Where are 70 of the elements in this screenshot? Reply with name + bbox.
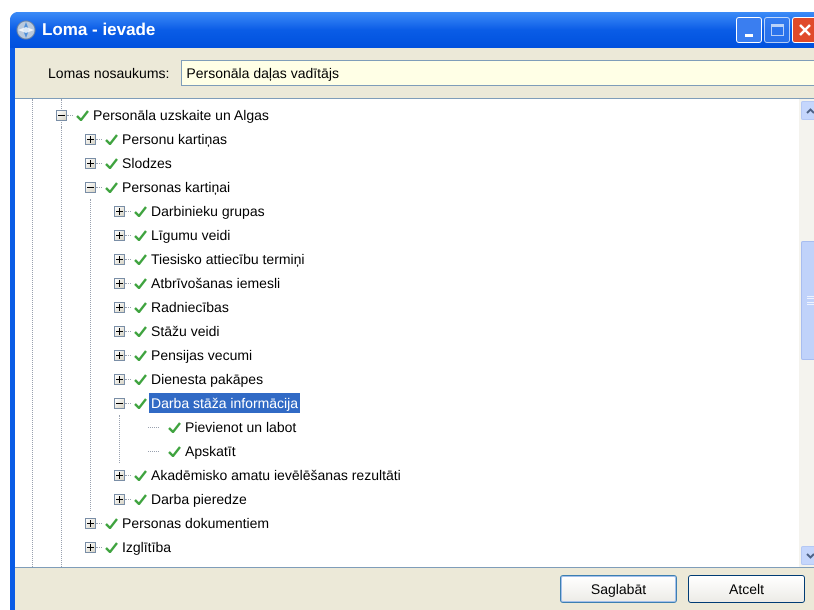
scroll-down-icon[interactable] (800, 546, 814, 565)
collapse-icon[interactable] (114, 398, 125, 408)
tree-item[interactable]: Personu kartiņas (120, 129, 230, 149)
close-icon (799, 24, 811, 36)
expand-icon[interactable] (114, 278, 125, 288)
tree-item[interactable]: Atbrīvošanas iemesli (149, 273, 282, 293)
tree-item[interactable]: Darba stāža informācija (149, 393, 300, 413)
check-icon[interactable] (134, 302, 146, 312)
expand-icon[interactable] (114, 494, 125, 504)
tree-item[interactable]: Personas kartiņai (120, 177, 232, 197)
tree-item[interactable]: Akadēmisko amatu ievēlēšanas rezultāti (149, 465, 403, 485)
tree-item[interactable]: Slodzes (120, 153, 174, 173)
field-label: Lomas nosaukums: (48, 64, 170, 82)
check-icon[interactable] (134, 206, 146, 216)
check-icon[interactable] (76, 110, 88, 120)
close-button[interactable] (792, 17, 814, 43)
tree-item[interactable]: Apskatīt (183, 441, 238, 461)
expand-icon[interactable] (114, 230, 125, 240)
tree-item[interactable]: Personas dokumentiem (120, 513, 272, 533)
window-title: Loma - ievade (42, 19, 156, 42)
expand-icon[interactable] (85, 134, 96, 144)
save-button[interactable]: Saglabāt (560, 575, 677, 603)
check-icon[interactable] (134, 494, 146, 504)
check-icon[interactable] (134, 326, 146, 336)
check-icon[interactable] (104, 518, 118, 528)
tree-item[interactable]: Pievienot un labot (183, 417, 298, 437)
expand-icon[interactable] (114, 470, 125, 480)
cancel-button[interactable]: Atcelt (688, 575, 805, 603)
check-icon[interactable] (104, 542, 118, 552)
check-icon[interactable] (104, 182, 118, 192)
tree-item[interactable]: Tiesisko attiecību termiņi (149, 249, 307, 269)
maximize-button[interactable] (764, 17, 790, 43)
check-icon[interactable] (134, 350, 146, 360)
scroll-up-icon[interactable] (800, 101, 814, 120)
check-icon[interactable] (134, 278, 146, 288)
expand-icon[interactable] (114, 374, 125, 384)
check-icon[interactable] (104, 158, 118, 168)
collapse-icon[interactable] (56, 110, 67, 120)
scroll-thumb[interactable] (800, 241, 814, 360)
expand-icon[interactable] (114, 206, 125, 216)
expand-icon[interactable] (114, 326, 125, 336)
tree-item[interactable]: Darba pieredze (149, 489, 249, 509)
collapse-icon[interactable] (85, 182, 96, 192)
app-icon (16, 20, 36, 40)
tree-item[interactable]: Darbinieku grupas (149, 201, 267, 221)
tree-item[interactable]: Izglītība (120, 537, 174, 557)
check-icon[interactable] (168, 422, 180, 432)
expand-icon[interactable] (114, 254, 125, 264)
check-icon[interactable] (134, 470, 146, 480)
minimize-icon (745, 34, 753, 37)
check-icon[interactable] (168, 446, 180, 456)
maximize-icon (770, 24, 784, 36)
minimize-button[interactable] (736, 17, 762, 43)
expand-icon[interactable] (114, 350, 125, 360)
expand-icon[interactable] (114, 302, 125, 312)
tree-item[interactable]: Personāla uzskaite un Algas (91, 105, 271, 125)
expand-icon[interactable] (85, 518, 96, 528)
tree-item[interactable]: Pensijas vecumi (149, 345, 254, 365)
check-icon[interactable] (134, 374, 146, 384)
tree-item[interactable]: Stāžu veidi (149, 321, 222, 341)
check-icon[interactable] (104, 134, 118, 144)
tree-item[interactable]: Dienesta pakāpes (149, 369, 266, 389)
check-icon[interactable] (134, 398, 146, 408)
role-name-field[interactable]: Personāla daļas vadītājs (181, 60, 814, 86)
check-icon[interactable] (134, 230, 146, 240)
tree-item[interactable]: Radniecības (149, 297, 231, 317)
tree-item[interactable]: Līgumu veidi (149, 225, 232, 245)
expand-icon[interactable] (85, 158, 96, 168)
check-icon[interactable] (134, 254, 146, 264)
expand-icon[interactable] (85, 542, 96, 552)
